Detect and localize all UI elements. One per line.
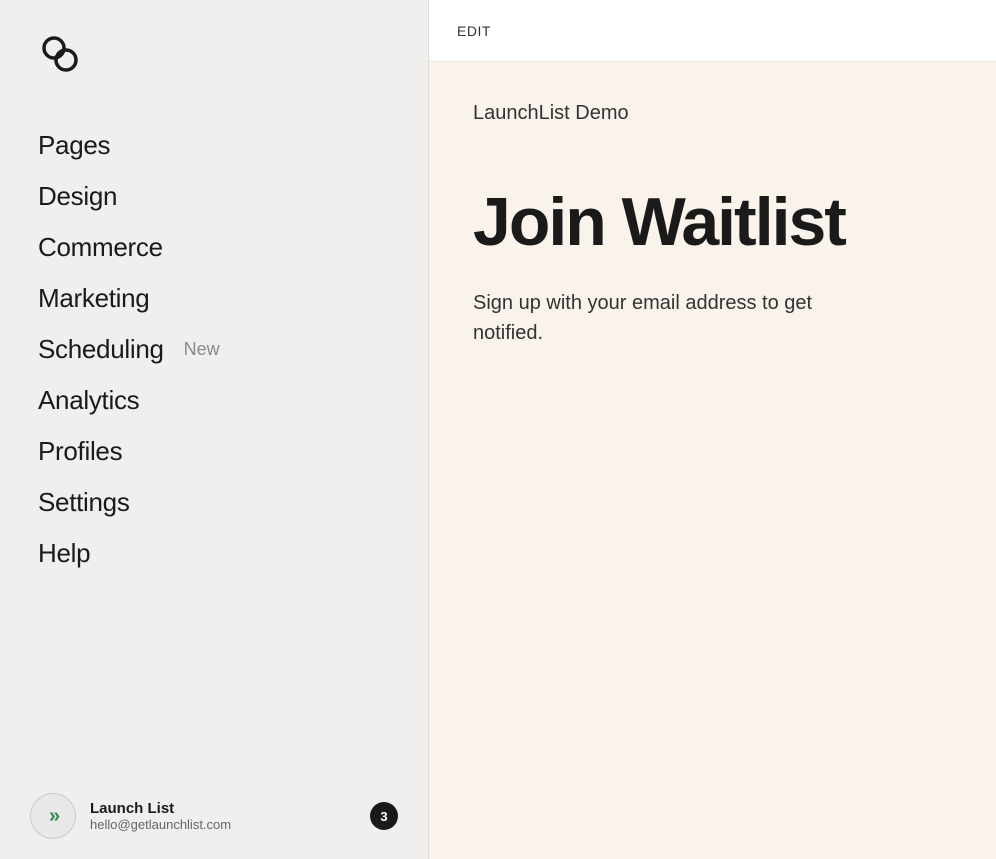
footer-user-info: Launch List hello@getlaunchlist.com	[90, 800, 356, 832]
preview-headline: Join Waitlist	[473, 185, 952, 260]
sidebar-item-analytics[interactable]: Analytics	[0, 375, 428, 426]
sidebar-item-commerce[interactable]: Commerce	[0, 222, 428, 273]
squarespace-logo-icon	[38, 32, 82, 76]
logo-area[interactable]	[0, 0, 428, 100]
sidebar-item-pages[interactable]: Pages	[0, 120, 428, 171]
sidebar-item-scheduling[interactable]: Scheduling New	[0, 324, 428, 375]
sidebar-footer[interactable]: » Launch List hello@getlaunchlist.com 3	[0, 773, 428, 859]
main-content: EDIT LaunchList Demo Join Waitlist Sign …	[428, 0, 996, 859]
site-name: LaunchList Demo	[473, 102, 952, 125]
sidebar-item-marketing[interactable]: Marketing	[0, 273, 428, 324]
edit-button[interactable]: EDIT	[457, 23, 491, 39]
avatar: »	[30, 793, 76, 839]
toolbar: EDIT	[429, 0, 996, 62]
sidebar-navigation: Pages Design Commerce Marketing Scheduli…	[0, 100, 428, 773]
sidebar-item-profiles[interactable]: Profiles	[0, 426, 428, 477]
notification-badge[interactable]: 3	[370, 802, 398, 830]
sidebar-item-help[interactable]: Help	[0, 528, 428, 579]
sidebar: Pages Design Commerce Marketing Scheduli…	[0, 0, 428, 859]
sidebar-item-design[interactable]: Design	[0, 171, 428, 222]
preview-area: LaunchList Demo Join Waitlist Sign up wi…	[429, 62, 996, 859]
sidebar-item-settings[interactable]: Settings	[0, 477, 428, 528]
avatar-icon: »	[49, 805, 57, 828]
preview-subtext: Sign up with your email address to get n…	[473, 288, 873, 348]
